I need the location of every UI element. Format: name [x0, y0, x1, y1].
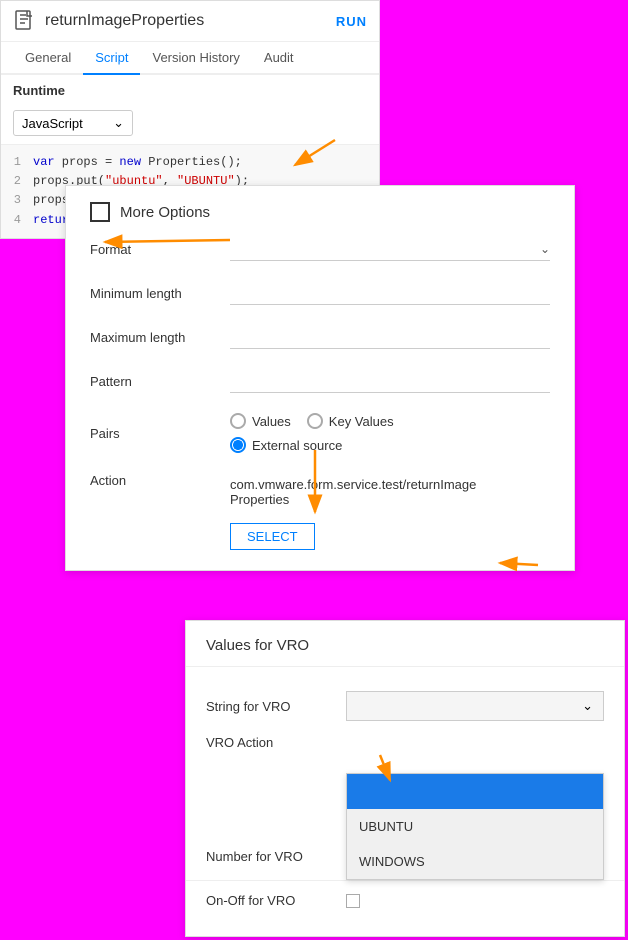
tab-version-history[interactable]: Version History [140, 42, 251, 75]
format-label: Format [90, 242, 230, 257]
string-for-vro-row: String for VRO ⌄ [186, 683, 624, 729]
title-bar: returnImageProperties RUN [1, 1, 379, 42]
tab-script[interactable]: Script [83, 42, 140, 75]
pattern-input[interactable] [230, 369, 550, 393]
max-length-label: Maximum length [90, 330, 230, 345]
runtime-select-box[interactable]: JavaScript ⌄ [13, 110, 133, 136]
number-for-vro-label: Number for VRO [206, 849, 346, 864]
vro-panel: Values for VRO String for VRO ⌄ VRO Acti… [185, 620, 625, 937]
runtime-select-row: JavaScript ⌄ [1, 106, 379, 144]
code-line-1: 1 var props = new Properties(); [1, 153, 379, 172]
values-radio[interactable] [230, 413, 246, 429]
nav-tabs: General Script Version History Audit [1, 42, 379, 75]
action-row: Action com.vmware.form.service.test/retu… [90, 473, 550, 511]
line-num-2: 2 [1, 172, 33, 191]
values-label: Values [252, 414, 291, 429]
on-off-for-vro-label: On-Off for VRO [206, 893, 346, 908]
min-length-input[interactable] [230, 281, 550, 305]
more-options-panel: More Options Format ⌄ Minimum length Max… [65, 185, 575, 571]
pairs-first-row: Values Key Values [230, 413, 550, 429]
on-off-for-vro-checkbox[interactable] [346, 894, 360, 908]
dropdown-item-empty[interactable] [347, 774, 603, 809]
pairs-label: Pairs [90, 426, 230, 441]
tab-audit[interactable]: Audit [252, 42, 306, 75]
on-off-for-vro-row: On-Off for VRO [186, 885, 624, 916]
action-text-2: Properties [230, 492, 550, 507]
min-length-row: Minimum length [90, 281, 550, 305]
max-length-input[interactable] [230, 325, 550, 349]
string-for-vro-select[interactable]: ⌄ [346, 691, 604, 721]
format-select[interactable]: ⌄ [230, 238, 550, 261]
vro-title: Values for VRO [186, 637, 624, 667]
line-num-3: 3 [1, 191, 33, 210]
format-chevron-icon: ⌄ [540, 242, 550, 256]
string-for-vro-chevron-icon: ⌄ [582, 698, 593, 714]
key-values-label: Key Values [329, 414, 394, 429]
key-values-option[interactable]: Key Values [307, 413, 394, 429]
runtime-label: Runtime [1, 75, 379, 106]
vro-action-label-row: VRO Action UBUNTU WINDOWS [206, 735, 604, 750]
external-source-label: External source [252, 438, 342, 453]
key-values-radio[interactable] [307, 413, 323, 429]
runtime-value: JavaScript [22, 116, 83, 131]
line-num-1: 1 [1, 153, 33, 172]
tab-general[interactable]: General [13, 42, 83, 75]
dropdown-item-ubuntu[interactable]: UBUNTU [347, 809, 603, 844]
vro-action-dropdown: UBUNTU WINDOWS [346, 773, 604, 880]
more-options-header: More Options [90, 202, 550, 222]
run-button[interactable]: RUN [336, 14, 367, 29]
external-source-radio[interactable] [230, 437, 246, 453]
line-num-4: 4 [1, 211, 33, 230]
values-option[interactable]: Values [230, 413, 291, 429]
external-source-option[interactable]: External source [230, 437, 550, 453]
pairs-options: Values Key Values External source [230, 413, 550, 453]
action-label: Action [90, 473, 230, 488]
pattern-row: Pattern [90, 369, 550, 393]
vro-action-row: VRO Action UBUNTU WINDOWS [186, 729, 624, 756]
min-length-label: Minimum length [90, 286, 230, 301]
script-file-icon [13, 9, 37, 33]
pairs-row: Pairs Values Key Values External source [90, 413, 550, 453]
string-for-vro-label: String for VRO [206, 699, 346, 714]
pattern-label: Pattern [90, 374, 230, 389]
more-options-title: More Options [120, 204, 210, 221]
runtime-chevron-icon: ⌄ [113, 115, 124, 131]
string-for-vro-dropdown-container: ⌄ [346, 691, 604, 721]
format-row: Format ⌄ [90, 238, 550, 261]
more-options-checkbox[interactable] [90, 202, 110, 222]
vro-action-label: VRO Action [206, 735, 346, 750]
action-value: com.vmware.form.service.test/returnImage… [230, 473, 550, 511]
action-text-1: com.vmware.form.service.test/returnImage [230, 477, 550, 492]
select-button[interactable]: SELECT [230, 523, 315, 550]
max-length-row: Maximum length [90, 325, 550, 349]
dropdown-item-windows[interactable]: WINDOWS [347, 844, 603, 879]
app-title: returnImageProperties [45, 12, 336, 30]
code-content-1: var props = new Properties(); [33, 153, 242, 172]
